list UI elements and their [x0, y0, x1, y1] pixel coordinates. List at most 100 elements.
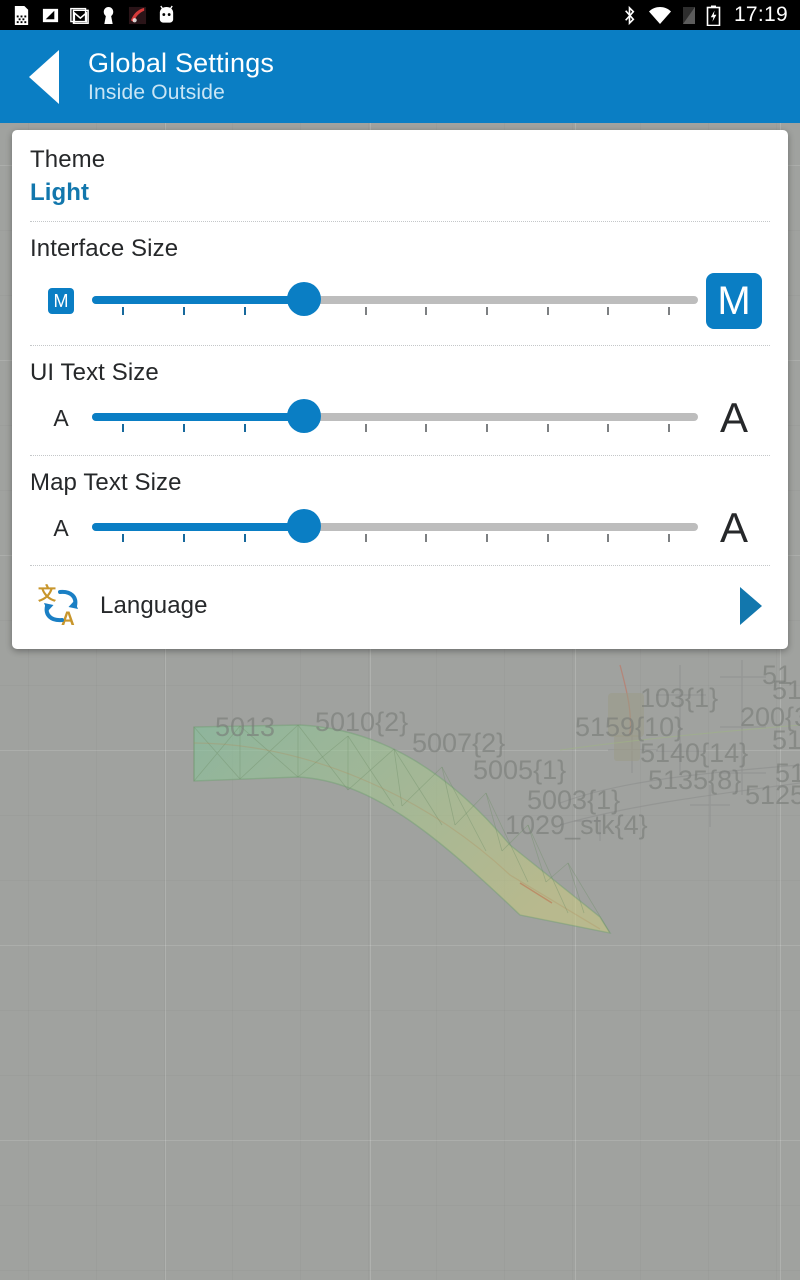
large-a-icon: A: [719, 394, 748, 441]
small-m-badge-icon: M: [48, 288, 74, 314]
large-m-badge-icon: M: [706, 273, 762, 329]
page-subtitle: Inside Outside: [88, 80, 226, 104]
slider-tick: [364, 534, 367, 542]
slider-ticks: [92, 307, 698, 316]
slider-tick: [485, 307, 488, 315]
slider-track-fill: [92, 413, 305, 421]
setting-row-theme[interactable]: Theme Light: [30, 130, 770, 221]
slider-thumb[interactable]: [287, 509, 322, 543]
slider-tick: [546, 307, 549, 315]
map-label: 51: [775, 758, 800, 788]
slider-tick: [667, 424, 670, 432]
battery-charging-icon: [706, 5, 721, 26]
slider-tick: [667, 307, 670, 315]
bluetooth-icon: [625, 5, 635, 25]
translate-icon-wrap: 文 A: [30, 583, 92, 629]
theme-value: Light: [30, 179, 90, 206]
slider-tick: [485, 534, 488, 542]
translate-icon: 文 A: [38, 583, 78, 629]
slider-tick: [243, 534, 246, 542]
language-label: Language: [100, 592, 208, 619]
photo-app-icon: [128, 6, 147, 24]
map-label: 103{1}: [640, 683, 719, 713]
slider-tick: [364, 424, 367, 432]
large-a-icon: A: [719, 504, 748, 551]
map-label: 1029_stk{4}: [505, 810, 648, 840]
app-bar: Global Settings Inside Outside: [0, 30, 800, 123]
setting-group-ui-text-size: UI Text Size A A: [30, 346, 770, 455]
slider-tick: [243, 307, 246, 315]
slider-ticks: [92, 534, 698, 543]
map-label: 5135{8}: [648, 765, 742, 795]
slider-tick: [425, 307, 428, 315]
slider-tick: [607, 424, 610, 432]
interface-size-label: Interface Size: [30, 235, 179, 262]
setting-group-interface-size: Interface Size M M: [30, 222, 770, 345]
map-text-size-slider-row: A A: [30, 499, 770, 565]
interface-size-slider[interactable]: [92, 282, 698, 319]
ui-text-size-slider[interactable]: [92, 399, 698, 436]
slider-tick: [364, 307, 367, 315]
slider-tick: [485, 424, 488, 432]
ui-text-size-slider-row: A A: [30, 389, 770, 455]
setting-row-language[interactable]: 文 A Language: [30, 566, 770, 649]
slider-tick: [425, 424, 428, 432]
slider-tick: [243, 424, 246, 432]
map-label: 5013: [215, 712, 276, 742]
page-title: Global Settings: [88, 48, 275, 79]
setting-group-map-text-size: Map Text Size A A: [30, 456, 770, 565]
map-label: 51: [772, 725, 800, 755]
map-text-size-label: Map Text Size: [30, 469, 182, 496]
settings-card: Theme Light Interface Size M M UI Text S…: [12, 130, 788, 649]
chevron-right-icon: [740, 587, 762, 625]
map-label: 5010{2}: [315, 707, 409, 737]
small-a-icon: A: [53, 404, 69, 431]
ui-text-size-max-icon-wrap: A: [698, 397, 770, 439]
small-a-icon: A: [53, 514, 69, 541]
slider-tick: [122, 424, 125, 432]
slider-tick: [607, 307, 610, 315]
gmail-icon: [70, 7, 89, 24]
slider-tick: [667, 534, 670, 542]
slider-thumb[interactable]: [287, 399, 322, 433]
status-bar-right-icons: 17:19: [620, 3, 788, 27]
back-button[interactable]: [0, 30, 88, 123]
slider-tick: [182, 424, 185, 432]
slider-tick: [546, 424, 549, 432]
slider-track-fill: [92, 296, 305, 304]
interface-size-slider-row: M M: [30, 265, 770, 345]
keyhole-icon: [103, 6, 114, 24]
map-label: 5005{1}: [473, 755, 567, 785]
note-icon: [42, 8, 59, 22]
map-text-size-max-icon-wrap: A: [698, 507, 770, 549]
status-bar-clock: 17:19: [733, 3, 788, 26]
app-screen: 5013 5010{2} 5007{2} 5005{1} 5003{1} 1029_stk…: [0, 0, 800, 1280]
app-bar-title-block: Global Settings Inside Outside: [88, 49, 274, 103]
theme-label: Theme: [30, 146, 106, 173]
map-label: 51: [772, 675, 800, 705]
signal-icon: [682, 6, 695, 24]
interface-size-min-icon-wrap: M: [30, 288, 92, 314]
slider-tick: [607, 534, 610, 542]
slider-tick: [546, 534, 549, 542]
language-chevron-wrap[interactable]: [740, 587, 770, 625]
slider-tick: [182, 307, 185, 315]
ui-text-size-min-icon-wrap: A: [30, 404, 92, 431]
slider-ticks: [92, 424, 698, 433]
slider-tick: [182, 534, 185, 542]
interface-size-max-icon-wrap: M: [698, 273, 770, 329]
slider-tick: [425, 534, 428, 542]
sim-card-icon: [14, 5, 29, 25]
android-robot-icon: [159, 5, 174, 23]
map-text-size-slider[interactable]: [92, 509, 698, 546]
svg-text:文: 文: [38, 583, 57, 605]
slider-track-fill: [92, 523, 305, 531]
slider-tick: [122, 307, 125, 315]
slider-thumb[interactable]: [287, 282, 322, 316]
ui-text-size-label: UI Text Size: [30, 359, 159, 386]
slider-tick: [122, 534, 125, 542]
back-arrow-icon: [29, 49, 59, 104]
status-bar: 17:19: [0, 0, 800, 30]
status-bar-left-icons: [12, 5, 176, 26]
wifi-icon: [648, 6, 671, 24]
